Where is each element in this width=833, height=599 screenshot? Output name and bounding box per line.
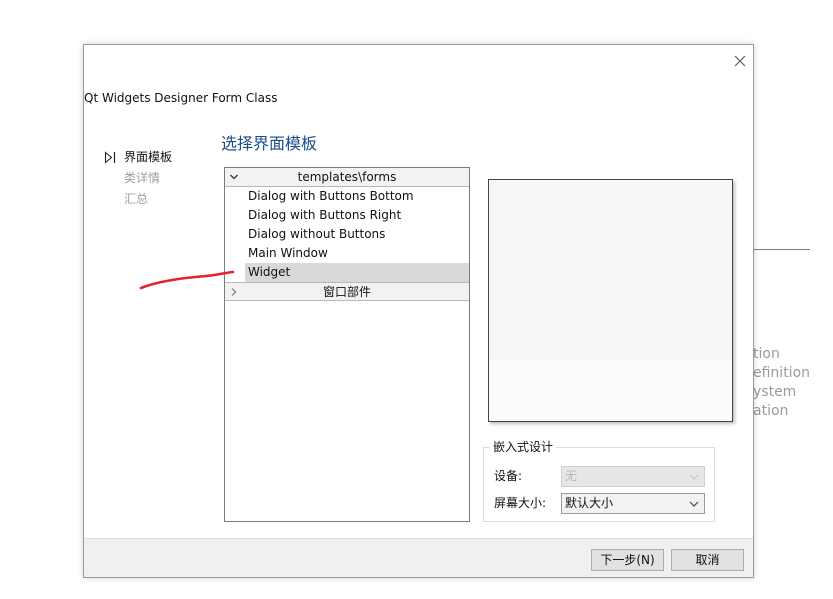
preview-canvas (489, 180, 732, 360)
wizard-step-label: 界面模板 (124, 150, 173, 164)
device-select[interactable]: 无 (561, 466, 705, 487)
background-text-3: ystem (753, 384, 797, 400)
tree-group-label: 窗口部件 (322, 285, 371, 299)
template-tree[interactable]: templates\forms Dialog with Buttons Bott… (224, 167, 470, 522)
tree-group-widgets[interactable]: 窗口部件 (225, 282, 469, 301)
chevron-down-icon (230, 174, 238, 180)
tree-item-widget[interactable]: Widget (245, 263, 469, 282)
template-preview (488, 179, 733, 422)
screen-size-label: 屏幕大小: (494, 496, 547, 510)
device-label: 设备: (494, 469, 523, 483)
close-button[interactable] (730, 51, 750, 71)
screen-size-value: 默认大小 (565, 496, 614, 510)
group-title: 嵌入式设计 (490, 439, 557, 455)
screen: tion efinition ystem ation Qt Widgets De… (0, 0, 833, 599)
form-class-wizard-dialog: Qt Widgets Designer Form Class 界面模板 类详情 … (83, 44, 754, 578)
tree-group-templates-forms[interactable]: templates\forms (225, 168, 469, 187)
tree-item-main-window[interactable]: Main Window (225, 244, 469, 263)
close-icon (734, 55, 746, 67)
screen-size-select[interactable]: 默认大小 (561, 493, 705, 514)
tree-item-dialog-without-buttons[interactable]: Dialog without Buttons (225, 225, 469, 244)
background-divider (754, 249, 810, 250)
cancel-button[interactable]: 取消 (671, 549, 744, 571)
wizard-step-label: 类详情 (124, 171, 161, 185)
dialog-title: Qt Widgets Designer Form Class (84, 91, 278, 105)
next-button[interactable]: 下一步(N) (591, 549, 664, 571)
chevron-down-icon (689, 474, 699, 480)
background-text-1: tion (753, 346, 780, 362)
page-heading: 选择界面模板 (221, 134, 318, 153)
chevron-down-icon (689, 501, 699, 507)
tree-item-dialog-buttons-bottom[interactable]: Dialog with Buttons Bottom (225, 187, 469, 206)
background-text-2: efinition (753, 365, 811, 381)
tree-item-dialog-buttons-right[interactable]: Dialog with Buttons Right (225, 206, 469, 225)
embedded-design-group: 嵌入式设计 设备: 无 屏幕大小: 默认大小 (483, 439, 715, 522)
annotation-stroke (139, 270, 235, 290)
dialog-footer: 下一步(N) 取消 (84, 538, 753, 577)
background-text-4: ation (753, 403, 789, 419)
wizard-step-label: 汇总 (124, 192, 149, 206)
device-select-value: 无 (565, 469, 578, 483)
step-arrow-icon (104, 151, 116, 164)
tree-group-label: templates\forms (297, 170, 397, 184)
